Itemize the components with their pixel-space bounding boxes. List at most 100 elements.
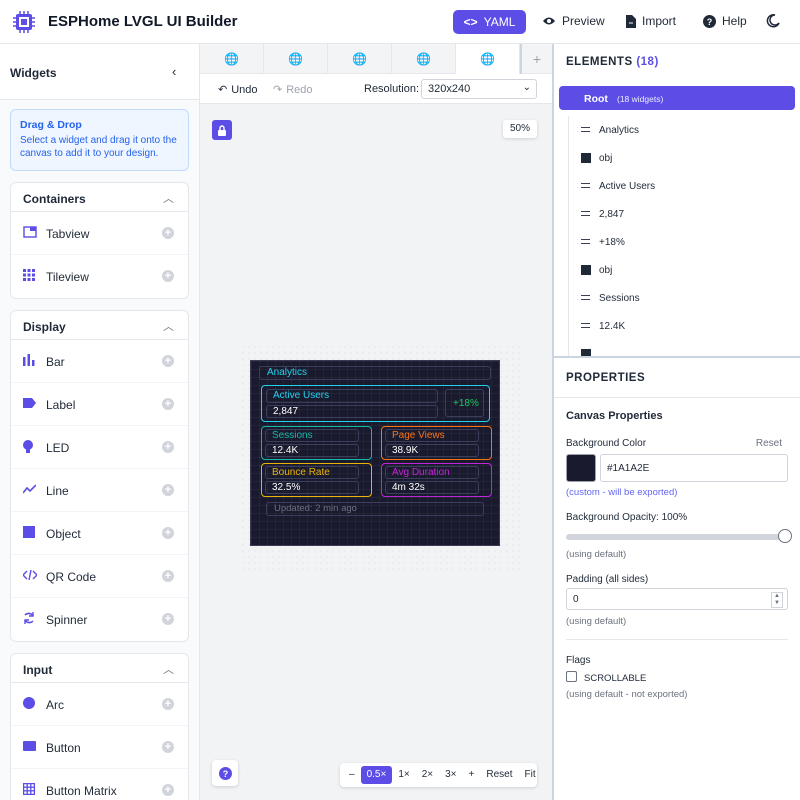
hero-delta[interactable]: +18%	[453, 398, 479, 409]
hero-label[interactable]: Active Users	[273, 390, 329, 401]
group-header[interactable]: Input ︿	[11, 654, 188, 683]
add-widget-icon[interactable]: +	[162, 784, 174, 796]
opacity-slider[interactable]	[566, 529, 792, 543]
tree-item[interactable]: Analytics	[569, 116, 798, 144]
page-tab[interactable]: 🌐	[392, 44, 456, 74]
add-page-button[interactable]: +	[520, 44, 552, 74]
add-widget-icon[interactable]: +	[162, 613, 174, 625]
bg-color-input[interactable]: #1A1A2E	[600, 454, 788, 482]
help-circle-icon: ?	[218, 766, 232, 780]
add-widget-icon[interactable]: +	[162, 698, 174, 710]
stepper-icon[interactable]: ▲ ▼	[771, 592, 783, 608]
add-widget-icon[interactable]: +	[162, 484, 174, 496]
tree-item[interactable]: +18%	[569, 228, 798, 256]
button-icon	[23, 740, 37, 754]
canvas-help-button[interactable]: ?	[212, 760, 238, 786]
tree-item-label: 12.4K	[599, 321, 626, 332]
lock-button[interactable]	[212, 120, 232, 140]
redo-button[interactable]: ↷ Redo	[273, 83, 313, 97]
undo-button[interactable]: ↶ Undo	[218, 83, 258, 97]
tree-item[interactable]: 2,847	[569, 200, 798, 228]
metric-card[interactable]: Avg Duration 4m 32s	[381, 463, 492, 497]
collapse-chevron-icon[interactable]: ‹	[172, 64, 176, 79]
bg-color-swatch[interactable]	[566, 454, 596, 482]
device-screen[interactable]: Analytics Active Users 2,847 +18% Sessio…	[250, 360, 500, 546]
chevron-up-icon[interactable]: ︿	[163, 318, 174, 334]
tree-item[interactable]: Active Users	[569, 172, 798, 200]
updated-label[interactable]: Updated: 2 min ago	[266, 502, 484, 516]
metric-label[interactable]: Sessions	[272, 430, 313, 441]
slider-handle[interactable]	[778, 529, 792, 543]
zoom-button[interactable]: 0.5×	[360, 766, 393, 784]
widget-item[interactable]: LED +	[11, 426, 188, 469]
widget-item[interactable]: Line +	[11, 469, 188, 512]
metric-value[interactable]: 38.9K	[392, 445, 418, 456]
widget-item[interactable]: Tileview +	[11, 255, 188, 298]
widget-item[interactable]: Bar +	[11, 340, 188, 383]
zoom-button[interactable]: 3×	[439, 766, 462, 784]
add-widget-icon[interactable]: +	[162, 527, 174, 539]
widget-item[interactable]: Object +	[11, 512, 188, 555]
resolution-select[interactable]: 320x240 ⌄	[421, 79, 537, 99]
page-tab-active[interactable]: 🌐	[456, 44, 520, 74]
panel-splitter[interactable]	[554, 356, 800, 358]
metric-label[interactable]: Avg Duration	[392, 467, 450, 478]
tree-root[interactable]: Root (18 widgets)	[559, 86, 795, 110]
zoom-button[interactable]: Fit	[519, 766, 542, 784]
widget-item[interactable]: Button +	[11, 726, 188, 769]
tree-item[interactable]: obj	[569, 256, 798, 284]
widget-group-display: Display ︿ Bar + Label + LED + Line + Object + QR Cod…	[10, 310, 189, 642]
zoom-button[interactable]: –	[343, 766, 361, 784]
chip-logo-icon	[13, 11, 35, 33]
add-widget-icon[interactable]: +	[162, 270, 174, 282]
widget-item[interactable]: Label +	[11, 383, 188, 426]
metric-value[interactable]: 12.4K	[272, 445, 298, 456]
tree-item[interactable]	[569, 340, 798, 356]
page-tab[interactable]: 🌐	[328, 44, 392, 74]
hero-card[interactable]: Active Users 2,847 +18%	[261, 385, 490, 422]
help-button[interactable]: ? Help	[703, 14, 747, 28]
widget-item[interactable]: Spinner +	[11, 598, 188, 641]
group-header[interactable]: Display ︿	[11, 311, 188, 340]
metric-label[interactable]: Bounce Rate	[272, 467, 330, 478]
bar-chart-icon	[23, 354, 37, 368]
scrollable-checkbox[interactable]	[566, 671, 577, 682]
chevron-up-icon[interactable]: ︿	[163, 661, 174, 677]
padding-note: (using default)	[566, 616, 627, 627]
page-tab[interactable]: 🌐	[264, 44, 328, 74]
metric-card[interactable]: Bounce Rate 32.5%	[261, 463, 372, 497]
metric-value[interactable]: 4m 32s	[392, 482, 425, 493]
metric-value[interactable]: 32.5%	[272, 482, 300, 493]
tree-item[interactable]: 12.4K	[569, 312, 798, 340]
padding-input[interactable]: 0 ▲ ▼	[566, 588, 788, 610]
zoom-button[interactable]: 1×	[392, 766, 415, 784]
yaml-button[interactable]: <> YAML	[453, 10, 526, 34]
add-widget-icon[interactable]: +	[162, 741, 174, 753]
page-tab[interactable]: 🌐	[200, 44, 264, 74]
add-widget-icon[interactable]: +	[162, 227, 174, 239]
metric-label[interactable]: Page Views	[392, 430, 445, 441]
widget-item[interactable]: QR Code +	[11, 555, 188, 598]
zoom-button[interactable]: 2×	[416, 766, 439, 784]
hero-value[interactable]: 2,847	[273, 406, 298, 417]
tree-item[interactable]: obj	[569, 144, 798, 172]
widget-item[interactable]: Button Matrix +	[11, 769, 188, 800]
add-widget-icon[interactable]: +	[162, 441, 174, 453]
widget-item[interactable]: Arc +	[11, 683, 188, 726]
add-widget-icon[interactable]: +	[162, 570, 174, 582]
metric-card[interactable]: Page Views 38.9K	[381, 426, 492, 460]
theme-moon-icon[interactable]	[766, 14, 780, 28]
chevron-up-icon[interactable]: ︿	[163, 190, 174, 206]
zoom-button[interactable]: Reset	[480, 766, 518, 784]
preview-button[interactable]: Preview	[542, 14, 605, 28]
import-button[interactable]: Import	[626, 14, 676, 28]
reset-link[interactable]: Reset	[756, 438, 782, 449]
group-header[interactable]: Containers ︿	[11, 183, 188, 212]
add-widget-icon[interactable]: +	[162, 398, 174, 410]
widget-item[interactable]: Tabview +	[11, 212, 188, 255]
analytics-title[interactable]: Analytics	[259, 366, 491, 380]
zoom-button[interactable]: +	[463, 766, 481, 784]
add-widget-icon[interactable]: +	[162, 355, 174, 367]
tree-item[interactable]: Sessions	[569, 284, 798, 312]
metric-card[interactable]: Sessions 12.4K	[261, 426, 372, 460]
